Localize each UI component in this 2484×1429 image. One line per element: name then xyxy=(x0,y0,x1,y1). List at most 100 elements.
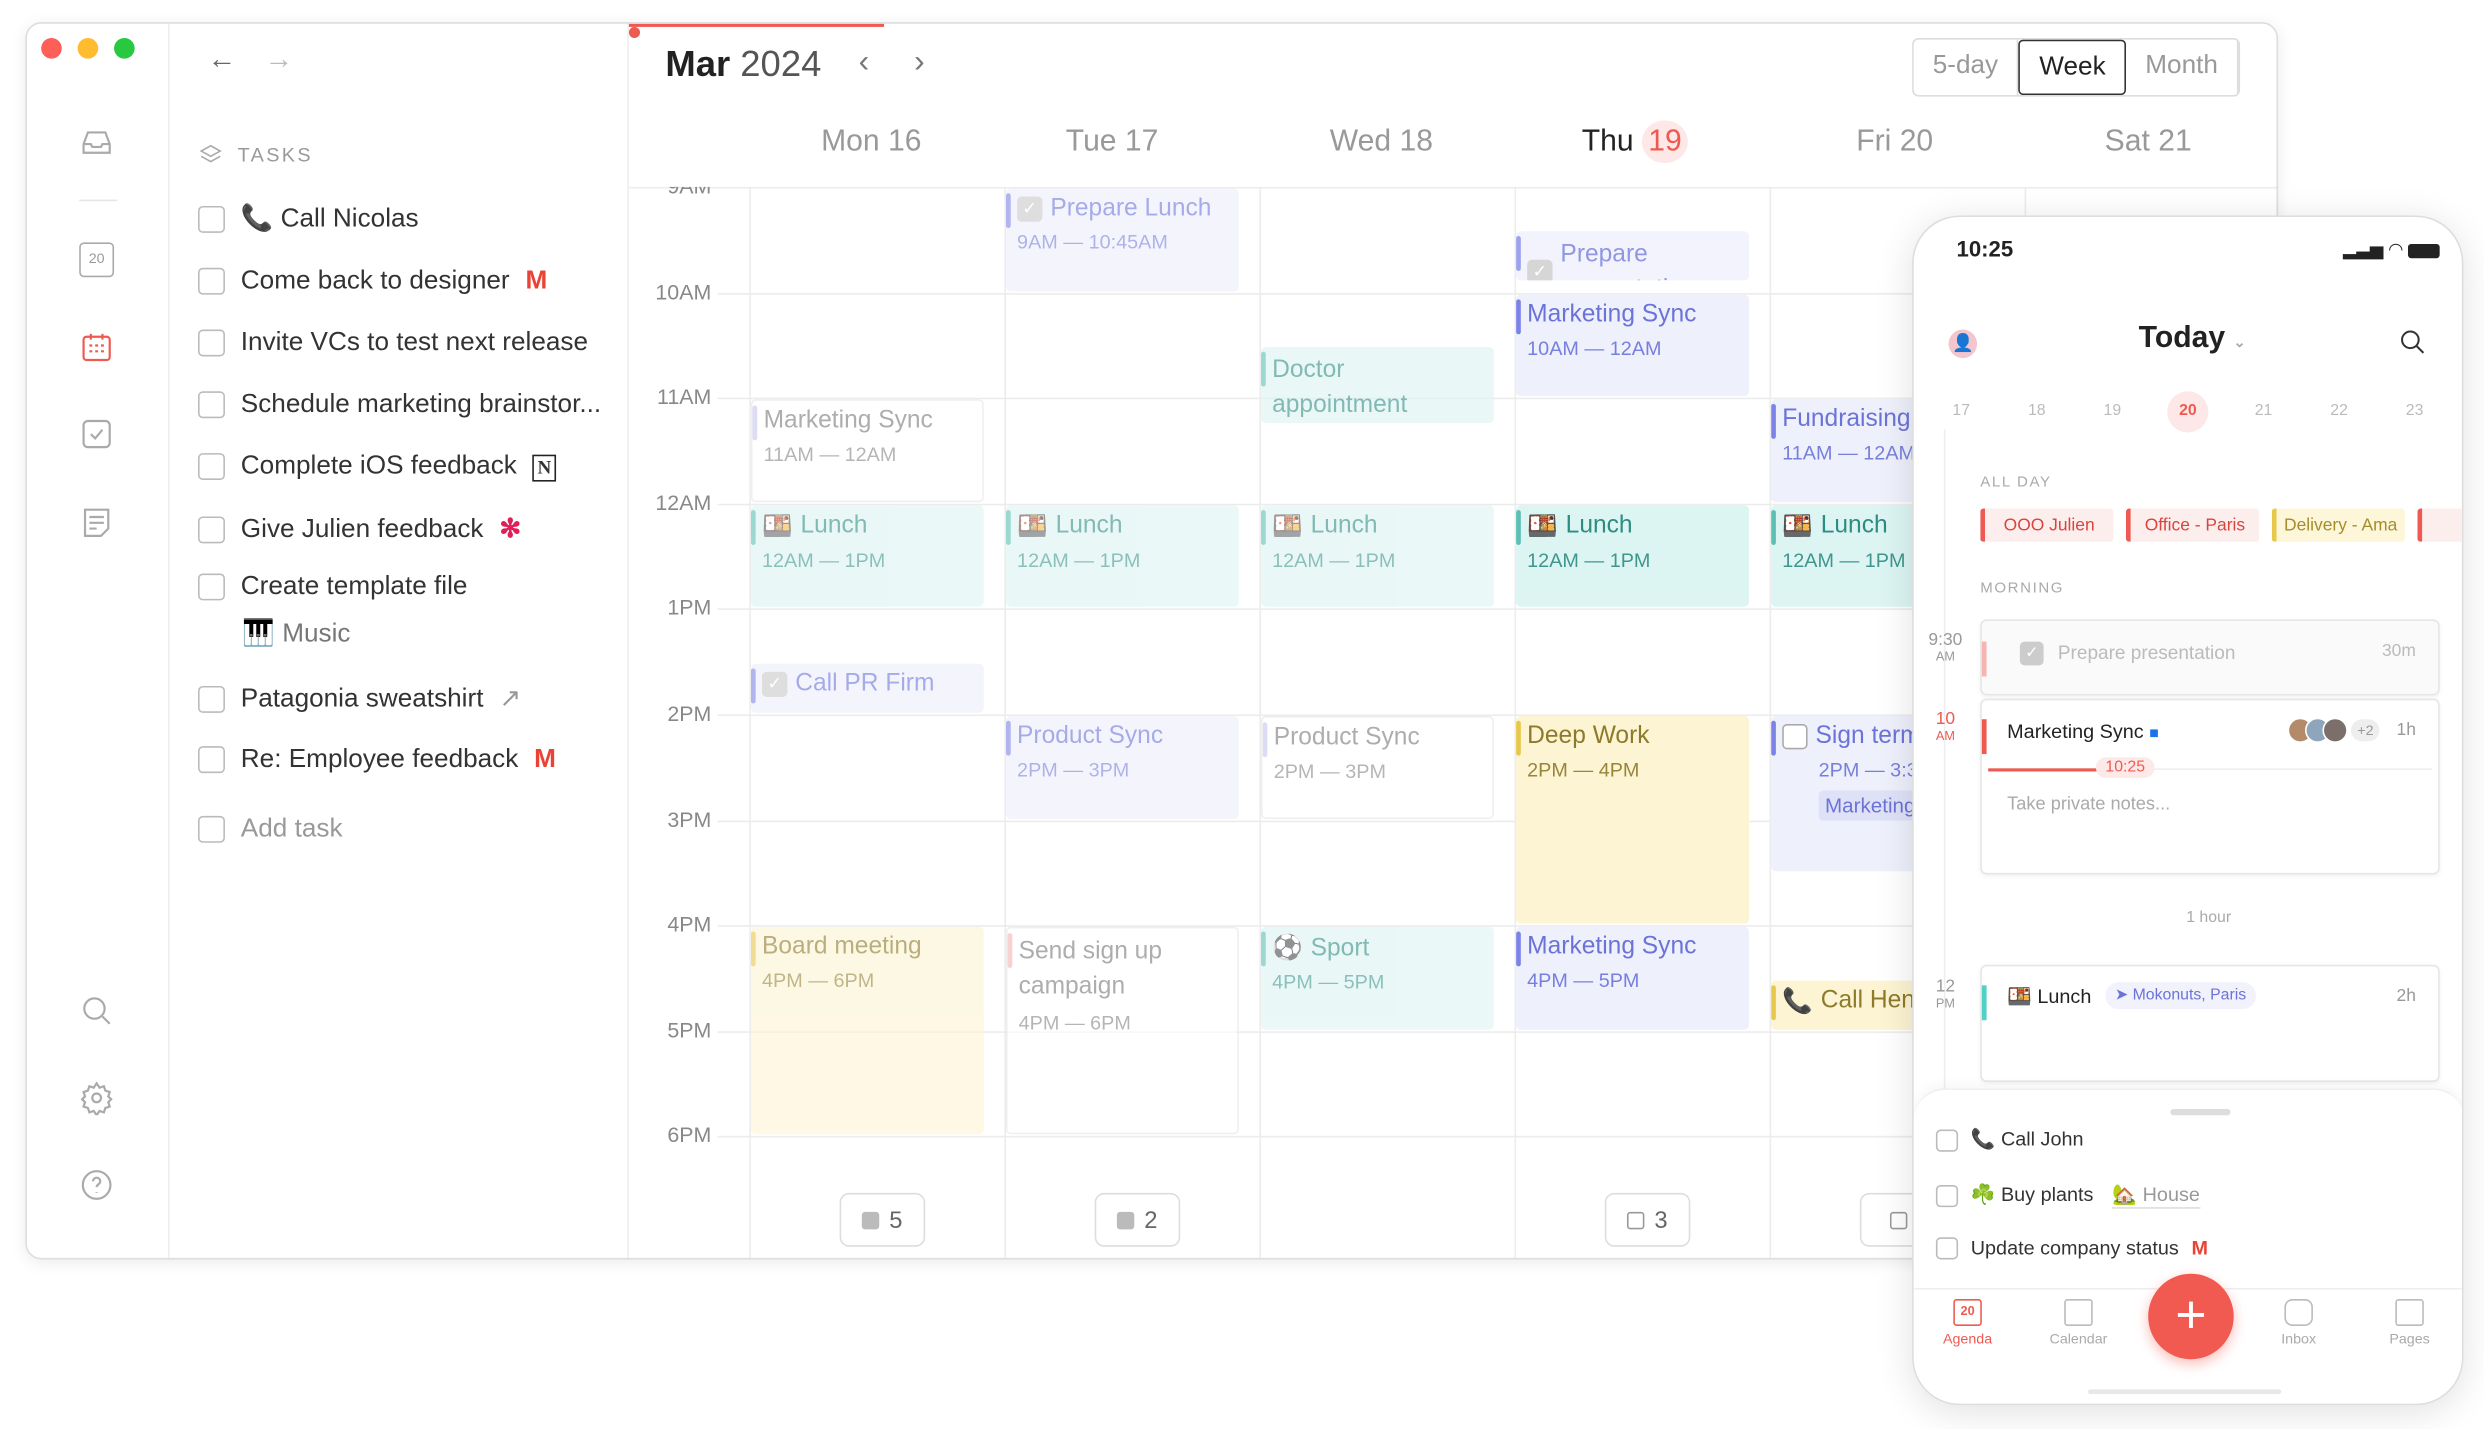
tab-agenda[interactable]: 20 Agenda xyxy=(1920,1299,2015,1347)
settings-icon[interactable] xyxy=(79,1080,114,1116)
date-22[interactable]: 22 xyxy=(2318,391,2359,432)
calendar-event[interactable]: Send sign up campaign 4PM — 6PM xyxy=(1005,927,1239,1135)
checkbox[interactable] xyxy=(198,391,225,419)
all-day-event[interactable]: OO xyxy=(2417,508,2462,542)
add-button[interactable]: + xyxy=(2148,1273,2234,1360)
calendar-event[interactable]: Doctor appointment10:30AM — 11:15AM xyxy=(1261,346,1494,423)
inbox-icon[interactable] xyxy=(79,125,114,160)
checkbox[interactable] xyxy=(1935,1128,1959,1151)
calendar-event[interactable]: ⚽ Sport 4PM — 5PM xyxy=(1261,927,1494,1030)
calendar-today-icon[interactable]: 20 xyxy=(79,242,115,278)
date-19[interactable]: 19 xyxy=(2092,391,2133,432)
search-icon[interactable] xyxy=(2398,328,2427,357)
event-card-marketing-sync[interactable]: Marketing Sync ■ +2 1h 10:25 Take privat… xyxy=(1980,698,2440,875)
checkbox[interactable] xyxy=(198,205,225,233)
day-header-tue[interactable]: Tue 17 xyxy=(1066,125,1159,160)
location-pill[interactable]: ➤ Mokonuts, Paris xyxy=(2105,982,2256,1010)
checked-checkbox[interactable]: ✓ xyxy=(1527,259,1553,281)
today-title[interactable]: Today ⌄ xyxy=(2139,322,2246,357)
calendar-event[interactable]: ✓ Prepare Lunch 9AM — 10:45AM xyxy=(1005,188,1239,291)
day-header-thu[interactable]: Thu 19 xyxy=(1582,120,1689,164)
checkbox[interactable] xyxy=(1782,723,1808,750)
checked-checkbox[interactable]: ✓ xyxy=(762,671,788,697)
date-18[interactable]: 18 xyxy=(2016,391,2057,432)
calendar-event[interactable]: Marketing Sync 4PM — 5PM xyxy=(1516,927,1749,1030)
task-count-button[interactable]: 2 xyxy=(1094,1192,1181,1247)
task-item[interactable]: Come back to designer M xyxy=(198,266,547,296)
task-item[interactable]: Update company status M xyxy=(1935,1237,2208,1260)
checkbox[interactable] xyxy=(198,573,225,601)
search-icon[interactable] xyxy=(79,993,114,1028)
calendar-event[interactable]: Product Sync 2PM — 3PM xyxy=(1261,716,1494,819)
checkbox[interactable] xyxy=(198,329,225,357)
notes-icon[interactable] xyxy=(79,505,114,540)
task-item[interactable]: 📞 Call John xyxy=(1935,1128,2084,1152)
project-tag[interactable]: 🏡 House xyxy=(2112,1183,2200,1208)
task-item[interactable]: Create template file xyxy=(198,572,467,602)
calendar-event[interactable]: 🍱 Lunch 12AM — 1PM xyxy=(750,505,984,608)
checked-checkbox[interactable]: ✓ xyxy=(1017,196,1043,222)
day-header-sat[interactable]: Sat 21 xyxy=(2105,125,2192,160)
next-week-button[interactable]: › xyxy=(914,44,925,80)
close-window-button[interactable] xyxy=(41,38,62,59)
checkbox[interactable] xyxy=(198,453,225,481)
calendar-event[interactable]: ✓ Prepare presentation xyxy=(1516,230,1749,281)
tab-calendar[interactable]: Calendar xyxy=(2031,1299,2126,1347)
checkbox[interactable] xyxy=(198,515,225,543)
add-task-button[interactable]: Add task xyxy=(198,814,343,844)
back-button[interactable]: ← xyxy=(208,43,237,76)
task-item[interactable]: Complete iOS feedback N xyxy=(198,451,556,482)
calendar-event[interactable]: 🍱 Lunch 12AM — 1PM xyxy=(1261,505,1494,608)
checkbox[interactable] xyxy=(198,267,225,295)
event-card-lunch[interactable]: 🍱 Lunch ➤ Mokonuts, Paris 2h xyxy=(1980,964,2440,1083)
calendar-event[interactable]: Marketing Sync 10AM — 12AM xyxy=(1516,294,1749,397)
date-17[interactable]: 17 xyxy=(1941,391,1982,432)
day-header-mon[interactable]: Mon 16 xyxy=(821,125,921,160)
view-month[interactable]: Month xyxy=(2126,39,2239,96)
checkbox[interactable] xyxy=(1935,1237,1959,1260)
prev-week-button[interactable]: ‹ xyxy=(859,44,870,80)
all-day-event[interactable]: Office - Paris xyxy=(2125,508,2260,542)
calendar-event[interactable]: 🍱 Lunch 12AM — 1PM xyxy=(1516,505,1749,608)
task-count-button[interactable]: 5 xyxy=(839,1192,926,1247)
calendar-event[interactable]: ✓ Call PR Firm xyxy=(750,663,984,713)
checkbox[interactable] xyxy=(1935,1184,1959,1207)
event-card-prepare-presentation[interactable]: ✓ Prepare presentation 30m xyxy=(1980,619,2440,696)
notes-input[interactable]: Take private notes... xyxy=(2007,795,2170,814)
task-item[interactable]: 📞 Call Nicolas xyxy=(198,204,419,234)
task-item[interactable]: Invite VCs to test next release xyxy=(198,328,588,358)
date-20[interactable]: 20 xyxy=(2167,391,2209,433)
tab-inbox[interactable]: Inbox xyxy=(2251,1299,2346,1347)
tab-pages[interactable]: Pages xyxy=(2362,1299,2457,1347)
checked-checkbox[interactable]: ✓ xyxy=(2019,641,2044,666)
view-5-day[interactable]: 5-day xyxy=(1914,39,2019,96)
calendar-event[interactable]: Product Sync 2PM — 3PM xyxy=(1005,716,1239,819)
all-day-event[interactable]: Delivery - Ama xyxy=(2271,508,2405,542)
task-item[interactable]: Schedule marketing brainstor... xyxy=(198,390,601,420)
avatar[interactable]: 👤 xyxy=(1948,329,1978,359)
calendar-event[interactable]: Board meeting 4PM — 6PM xyxy=(750,927,984,1135)
calendar-event[interactable]: 🍱 Lunch 12AM — 1PM xyxy=(1005,505,1239,608)
task-item[interactable]: Give Julien feedback ✻ xyxy=(198,513,521,545)
task-count-button[interactable]: 3 xyxy=(1604,1192,1691,1247)
view-week[interactable]: Week xyxy=(2018,39,2127,96)
checkbox-icon[interactable] xyxy=(79,417,114,452)
minimize-window-button[interactable] xyxy=(77,38,99,59)
task-item[interactable]: Re: Employee feedback M xyxy=(198,745,556,775)
day-header-wed[interactable]: Wed 18 xyxy=(1330,125,1433,160)
forward-button[interactable]: → xyxy=(265,43,294,76)
help-icon[interactable] xyxy=(79,1168,114,1203)
date-21[interactable]: 21 xyxy=(2243,391,2284,432)
calendar-event[interactable]: Marketing Sync 11AM — 12AM xyxy=(750,399,984,502)
sheet-handle[interactable] xyxy=(2170,1108,2231,1116)
checkbox[interactable] xyxy=(198,685,225,713)
date-23[interactable]: 23 xyxy=(2394,391,2435,432)
checkbox[interactable] xyxy=(198,746,225,774)
task-item[interactable]: ☘️ Buy plants 🏡 House xyxy=(1935,1183,2200,1208)
maximize-window-button[interactable] xyxy=(114,38,135,59)
calendar-grid-icon[interactable] xyxy=(79,330,114,365)
task-item[interactable]: Patagonia sweatshirt ↗ xyxy=(198,683,521,715)
all-day-event[interactable]: OOO Julien xyxy=(1980,508,2114,542)
calendar-event[interactable]: Deep Work 2PM — 4PM xyxy=(1516,716,1749,924)
day-header-fri[interactable]: Fri 20 xyxy=(1856,125,1933,160)
